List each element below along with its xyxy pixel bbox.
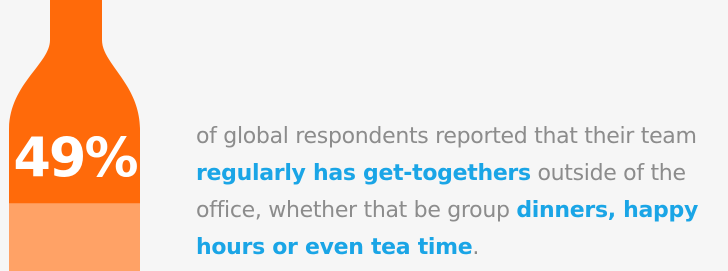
statement-period: . [472, 235, 480, 260]
stat-percentage: 49% [13, 126, 138, 189]
highlight-get-togethers: regularly has get-togethers [196, 161, 531, 186]
statement-text: of global respondents reported that thei… [196, 118, 724, 266]
bottle-fill-level [9, 203, 140, 271]
statement-part-1: of global respondents reported that thei… [196, 124, 697, 149]
